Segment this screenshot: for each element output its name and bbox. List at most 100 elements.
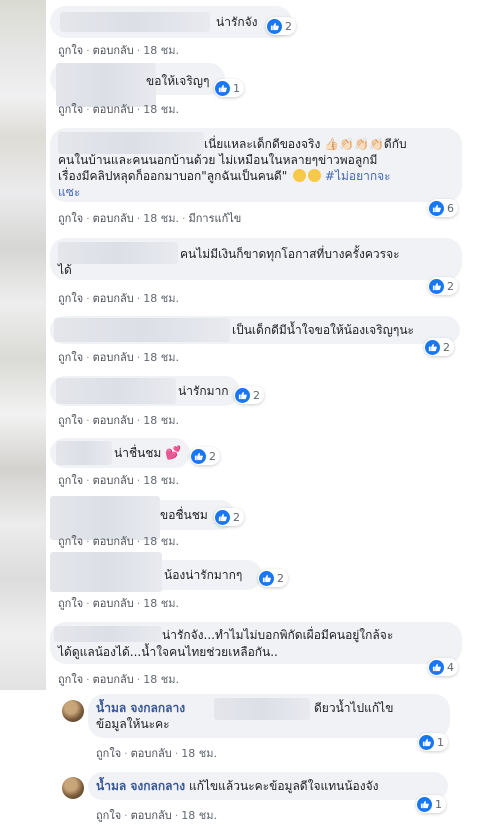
comment-bubble: น่ารักจัง...ทำไมไม่บอกพิกัดเผื่อมีคนอยู่… xyxy=(50,622,462,664)
avatar[interactable] xyxy=(62,700,84,722)
like-icon xyxy=(429,278,444,294)
reply-text: น้ำมล จงกลกลาง แก้ไขแล้วนะคะข้อมูลดีใจแท… xyxy=(96,779,379,793)
timestamp[interactable]: 18 ชม. xyxy=(143,597,179,610)
like-link[interactable]: ถูกใจ xyxy=(96,747,121,760)
reply-link[interactable]: ตอบกลับ xyxy=(93,103,134,116)
reply-bubble: น้ำมล จงกลกลาง ดียวน้ำไปแก้ไข ข้อมูลให้น… xyxy=(88,694,450,738)
reply-link[interactable]: ตอบกลับ xyxy=(93,535,134,548)
reaction-count[interactable]: 1 xyxy=(416,795,446,813)
like-icon xyxy=(429,200,444,216)
like-link[interactable]: ถูกใจ xyxy=(58,351,83,364)
comment-bubble: คนไม่มีเงินก็ขาดทุกโอกาสที่บางครั้งควรจะ… xyxy=(50,238,462,280)
reply-text-line: ข้อมูลให้นะคะ xyxy=(96,717,170,731)
commenter-name[interactable]: น้ำมล จงกลกลาง xyxy=(96,779,185,793)
timestamp[interactable]: 18 ชม. xyxy=(181,809,217,822)
comment-text-line: ได้ดูแลน้องได้...น้ำใจคนไทยช่วยเหลือกัน.… xyxy=(58,645,278,659)
like-icon xyxy=(215,80,230,96)
comment-actions: ถูกใจ · ตอบกลับ · 18 ชม. xyxy=(58,351,179,364)
reply-link[interactable]: ตอบกลับ xyxy=(93,351,134,364)
comment-text-line: คนไม่มีเงินก็ขาดทุกโอกาสที่บางครั้งควรจะ xyxy=(180,247,400,261)
like-icon xyxy=(267,18,282,34)
timestamp[interactable]: 18 ชม. xyxy=(143,44,179,57)
reply-text-line: ดียวน้ำไปแก้ไข xyxy=(314,701,394,715)
timestamp[interactable]: 18 ชม. xyxy=(143,292,179,305)
comment-bubble: น้องน่ารักมากๆ xyxy=(50,552,262,592)
timestamp[interactable]: 18 ชม. xyxy=(143,212,179,225)
like-link[interactable]: ถูกใจ xyxy=(58,535,83,548)
comment-text-line: เนี่ยแหละเด็กดีของจริง 👍🏻👏🏻👏🏻👏🏻ดีกับ xyxy=(204,137,407,151)
like-icon xyxy=(235,387,250,403)
comment-text-line: แซะ xyxy=(58,185,81,199)
avatar[interactable] xyxy=(62,777,84,799)
heart-emoji: 💕 xyxy=(165,446,182,461)
reply-link[interactable]: ตอบกลับ xyxy=(93,212,134,225)
like-link[interactable]: ถูกใจ xyxy=(58,474,83,487)
reply-link[interactable]: ตอบกลับ xyxy=(131,747,172,760)
like-icon xyxy=(191,448,206,464)
redacted-name xyxy=(54,626,162,642)
like-link[interactable]: ถูกใจ xyxy=(58,103,83,116)
comment-text: น้องน่ารักมากๆ xyxy=(164,568,243,582)
comment-text-line: เรื่องมีคลิปหลุดก็ออกมาบอก"ลูกฉันเป็นคนด… xyxy=(58,169,391,183)
reaction-count[interactable]: 2 xyxy=(424,338,454,356)
timestamp[interactable]: 18 ชม. xyxy=(143,414,179,427)
reply-link[interactable]: ตอบกลับ xyxy=(93,474,134,487)
hashtag-link[interactable]: #ไม่อยากจะ xyxy=(325,169,391,183)
reaction-count[interactable]: 2 xyxy=(428,277,458,295)
redacted-name xyxy=(60,12,210,32)
like-link[interactable]: ถูกใจ xyxy=(96,809,121,822)
like-link[interactable]: ถูกใจ xyxy=(58,292,83,305)
reaction-count[interactable]: 1 xyxy=(418,733,448,751)
like-link[interactable]: ถูกใจ xyxy=(58,44,83,57)
comment-bubble: เนี่ยแหละเด็กดีของจริง 👍🏻👏🏻👏🏻👏🏻ดีกับ คนใ… xyxy=(50,128,462,202)
comment-text-line: น่ารักจัง...ทำไมไม่บอกพิกัดเผื่อมีคนอยู่… xyxy=(162,628,394,642)
comment-bubble: น่าชื่นชม 💕 xyxy=(50,438,190,468)
reaction-count[interactable]: 2 xyxy=(266,17,296,35)
timestamp[interactable]: 18 ชม. xyxy=(143,474,179,487)
reply-link[interactable]: ตอบกลับ xyxy=(93,673,134,686)
comment-actions: ถูกใจ · ตอบกลับ · 18 ชม. · มีการแก้ไข xyxy=(58,212,242,225)
like-link[interactable]: ถูกใจ xyxy=(58,414,83,427)
timestamp[interactable]: 18 ชม. xyxy=(143,103,179,116)
reply-link[interactable]: ตอบกลับ xyxy=(131,809,172,822)
reply-link[interactable]: ตอบกลับ xyxy=(93,292,134,305)
like-icon xyxy=(417,796,432,812)
comment-text: เป็นเด็กดีมีน้ำใจขอให้น้องเจริญๆนะ xyxy=(232,323,414,337)
like-link[interactable]: ถูกใจ xyxy=(58,673,83,686)
reaction-count[interactable]: 2 xyxy=(214,508,244,526)
reaction-count[interactable]: 2 xyxy=(190,447,220,465)
comment-text: น่ารักจัง xyxy=(216,15,258,29)
comment-bubble: เป็นเด็กดีมีน้ำใจขอให้น้องเจริญๆนะ xyxy=(50,316,460,344)
like-icon xyxy=(419,734,434,750)
reply-link[interactable]: ตอบกลับ xyxy=(93,414,134,427)
like-icon xyxy=(259,570,274,586)
reaction-count[interactable]: 1 xyxy=(214,79,244,97)
reaction-count[interactable]: 6 xyxy=(428,199,458,217)
redacted-name xyxy=(54,318,230,342)
redacted-name xyxy=(58,132,204,154)
reaction-count[interactable]: 2 xyxy=(258,569,288,587)
like-icon xyxy=(425,339,440,355)
timestamp[interactable]: 18 ชม. xyxy=(143,351,179,364)
reply-link[interactable]: ตอบกลับ xyxy=(93,44,134,57)
timestamp[interactable]: 18 ชม. xyxy=(181,747,217,760)
comment-actions: ถูกใจ · ตอบกลับ · 18 ชม. xyxy=(58,535,179,548)
reaction-count[interactable]: 4 xyxy=(428,658,458,676)
commenter-name[interactable]: น้ำมล จงกลกลาง xyxy=(96,700,185,716)
comment-actions: ถูกใจ · ตอบกลับ · 18 ชม. xyxy=(58,292,179,305)
timestamp[interactable]: 18 ชม. xyxy=(143,535,179,548)
reply-link[interactable]: ตอบกลับ xyxy=(93,597,134,610)
reply-actions: ถูกใจ · ตอบกลับ · 18 ชม. xyxy=(96,747,217,760)
comment-bubble: น่ารักมาก xyxy=(50,376,240,406)
reply-bubble: น้ำมล จงกลกลาง แก้ไขแล้วนะคะข้อมูลดีใจแท… xyxy=(88,772,448,800)
comment-bubble: น่ารักจัง xyxy=(50,6,292,38)
comment-actions: ถูกใจ · ตอบกลับ · 18 ชม. xyxy=(58,103,179,116)
timestamp[interactable]: 18 ชม. xyxy=(143,673,179,686)
like-link[interactable]: ถูกใจ xyxy=(58,212,83,225)
reply-actions: ถูกใจ · ตอบกลับ · 18 ชม. xyxy=(96,809,217,822)
redacted-name xyxy=(58,242,178,264)
edited-link[interactable]: มีการแก้ไข xyxy=(188,212,241,225)
like-link[interactable]: ถูกใจ xyxy=(58,597,83,610)
redacted-name xyxy=(50,552,162,592)
reaction-count[interactable]: 2 xyxy=(234,386,264,404)
